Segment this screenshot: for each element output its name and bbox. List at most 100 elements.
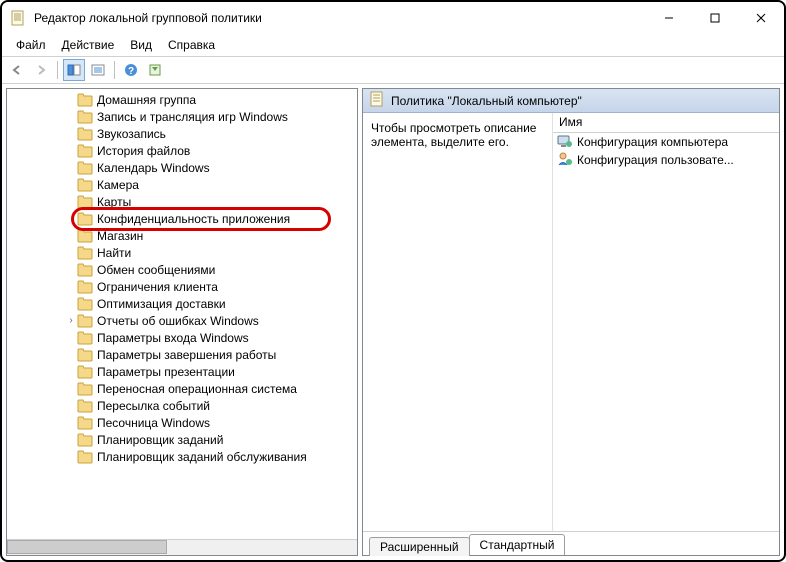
folder-icon xyxy=(77,365,93,379)
tree-item-label: Найти xyxy=(97,246,131,260)
details-header: Политика "Локальный компьютер" xyxy=(363,89,779,113)
tree-item[interactable]: Конфиденциальность приложения xyxy=(7,210,357,227)
toolbar-separator xyxy=(57,61,58,79)
folder-icon xyxy=(77,246,93,260)
tree-item-label: Отчеты об ошибках Windows xyxy=(97,314,259,328)
folder-icon xyxy=(77,331,93,345)
tree-item-label: Оптимизация доставки xyxy=(97,297,226,311)
tree-item[interactable]: Песочница Windows xyxy=(7,414,357,431)
tree-item-label: Камера xyxy=(97,178,139,192)
tree-item-label: Календарь Windows xyxy=(97,161,210,175)
scrollbar-thumb[interactable] xyxy=(7,540,167,554)
tree-item[interactable]: Звукозапись xyxy=(7,125,357,142)
folder-icon xyxy=(77,229,93,243)
tree-item[interactable]: Найти xyxy=(7,244,357,261)
expand-chevron-icon[interactable]: › xyxy=(65,315,77,326)
tree-item-label: История файлов xyxy=(97,144,190,158)
tree-item-label: Параметры входа Windows xyxy=(97,331,249,345)
list-item[interactable]: Конфигурация пользовате... xyxy=(553,151,779,169)
tree-item[interactable]: Магазин xyxy=(7,227,357,244)
toolbar-separator xyxy=(114,61,115,79)
svg-text:?: ? xyxy=(128,66,134,77)
app-icon xyxy=(10,10,26,26)
title-bar: Редактор локальной групповой политики xyxy=(2,2,784,34)
list-item[interactable]: Конфигурация компьютера xyxy=(553,133,779,151)
folder-icon xyxy=(77,178,93,192)
tree-item[interactable]: История файлов xyxy=(7,142,357,159)
folder-icon xyxy=(77,399,93,413)
menu-view[interactable]: Вид xyxy=(122,36,160,54)
tree-item[interactable]: Параметры входа Windows xyxy=(7,329,357,346)
tree-item[interactable]: Параметры презентации xyxy=(7,363,357,380)
app-window: Редактор локальной групповой политики Фа… xyxy=(0,0,786,562)
content-area: Домашняя группа Запись и трансляция игр W… xyxy=(2,84,784,560)
tree-item-label: Обмен сообщениями xyxy=(97,263,215,277)
folder-icon xyxy=(77,144,93,158)
tree-item[interactable]: Запись и трансляция игр Windows xyxy=(7,108,357,125)
tree-item-label: Звукозапись xyxy=(97,127,166,141)
tree-item[interactable]: Ограничения клиента xyxy=(7,278,357,295)
tree-item-label: Ограничения клиента xyxy=(97,280,218,294)
details-header-title: Политика "Локальный компьютер" xyxy=(391,94,582,108)
list-column: Имя Конфигурация компьютера Конфигурация… xyxy=(553,113,779,531)
window-title: Редактор локальной групповой политики xyxy=(34,11,646,25)
folder-icon xyxy=(77,127,93,141)
horizontal-scrollbar[interactable] xyxy=(7,539,357,555)
maximize-button[interactable] xyxy=(692,2,738,34)
tree-item[interactable]: Домашняя группа xyxy=(7,91,357,108)
tree-scroll[interactable]: Домашняя группа Запись и трансляция игр W… xyxy=(7,89,357,539)
minimize-button[interactable] xyxy=(646,2,692,34)
filter-button[interactable] xyxy=(144,59,166,81)
tree-item-label: Параметры презентации xyxy=(97,365,235,379)
menu-help[interactable]: Справка xyxy=(160,36,223,54)
description-text: Чтобы просмотреть описание элемента, выд… xyxy=(371,121,536,149)
folder-icon xyxy=(77,348,93,362)
tabs-bar: Расширенный Стандартный xyxy=(363,531,779,555)
tree-item[interactable]: Обмен сообщениями xyxy=(7,261,357,278)
tree-item[interactable]: Параметры завершения работы xyxy=(7,346,357,363)
folder-icon xyxy=(77,195,93,209)
tree-item[interactable]: Планировщик заданий xyxy=(7,431,357,448)
tree-item-label: Параметры завершения работы xyxy=(97,348,276,362)
folder-icon xyxy=(77,416,93,430)
folder-icon xyxy=(77,161,93,175)
folder-icon xyxy=(77,212,93,226)
folder-icon xyxy=(77,433,93,447)
help-button[interactable]: ? xyxy=(120,59,142,81)
folder-icon xyxy=(77,382,93,396)
computer-config-icon xyxy=(557,133,573,152)
scope-pane-button[interactable] xyxy=(63,59,85,81)
description-column: Чтобы просмотреть описание элемента, выд… xyxy=(363,113,553,531)
tree-item-label: Запись и трансляция игр Windows xyxy=(97,110,288,124)
tree-item-label: Пересылка событий xyxy=(97,399,210,413)
tree-item-label: Домашняя группа xyxy=(97,93,196,107)
tab-standard[interactable]: Стандартный xyxy=(469,534,566,555)
folder-icon xyxy=(77,280,93,294)
tree-item[interactable]: Календарь Windows xyxy=(7,159,357,176)
list-item-label: Конфигурация компьютера xyxy=(577,135,728,149)
tree-item-label: Планировщик заданий xyxy=(97,433,223,447)
tree-item[interactable]: Оптимизация доставки xyxy=(7,295,357,312)
tree-item-label: Карты xyxy=(97,195,131,209)
tree-item[interactable]: Переносная операционная система xyxy=(7,380,357,397)
details-pane-button[interactable] xyxy=(87,59,109,81)
folder-icon xyxy=(77,314,93,328)
tab-extended[interactable]: Расширенный xyxy=(369,537,470,556)
tree-item[interactable]: Планировщик заданий обслуживания xyxy=(7,448,357,465)
menu-action[interactable]: Действие xyxy=(54,36,123,54)
tree-item-label: Конфиденциальность приложения xyxy=(97,212,290,226)
tree-item[interactable]: › Отчеты об ошибках Windows xyxy=(7,312,357,329)
tree-item[interactable]: Карты xyxy=(7,193,357,210)
tree-item-label: Переносная операционная система xyxy=(97,382,297,396)
menu-bar: Файл Действие Вид Справка xyxy=(2,34,784,56)
folder-icon xyxy=(77,263,93,277)
user-config-icon xyxy=(557,151,573,170)
tree-item[interactable]: Пересылка событий xyxy=(7,397,357,414)
nav-back-button[interactable] xyxy=(6,59,28,81)
toolbar: ? xyxy=(2,56,784,84)
close-button[interactable] xyxy=(738,2,784,34)
menu-file[interactable]: Файл xyxy=(8,36,54,54)
nav-forward-button[interactable] xyxy=(30,59,52,81)
tree-item[interactable]: Камера xyxy=(7,176,357,193)
list-header-name[interactable]: Имя xyxy=(553,113,779,133)
